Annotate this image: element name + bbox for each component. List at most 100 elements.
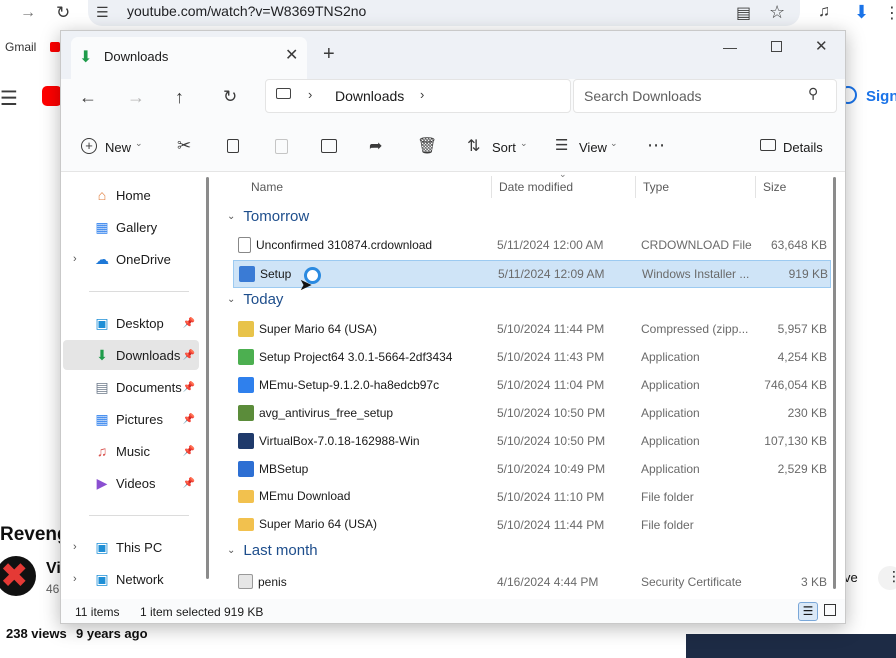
browser-menu-icon[interactable]: ⋮ xyxy=(884,3,896,23)
sidebar-item-downloads[interactable]: ⬇ Downloads 📌 xyxy=(63,340,199,370)
table-row[interactable]: MEmu Download 5/10/2024 11:10 PM File fo… xyxy=(233,484,829,510)
table-row[interactable]: penis 4/16/2024 4:44 PM Security Certifi… xyxy=(233,566,829,598)
sidebar-item-onedrive[interactable]: › ☁ OneDrive xyxy=(63,244,199,274)
table-row[interactable]: MEmu-Setup-9.1.2.0-ha8edcb97c 5/10/2024 … xyxy=(233,372,829,398)
rename-icon[interactable] xyxy=(321,139,337,153)
site-info-icon[interactable]: ☰ xyxy=(96,4,109,21)
column-header-type[interactable]: Type xyxy=(643,180,669,194)
youtube-bookmark-icon[interactable] xyxy=(50,42,60,52)
search-box[interactable]: Search Downloads ⚲ xyxy=(573,79,837,113)
status-bar: 11 items 1 item selected 919 KB ☰ xyxy=(61,599,845,623)
new-dropdown-icon[interactable]: ⌄ xyxy=(135,138,143,149)
table-row[interactable]: Super Mario 64 (USA) 5/10/2024 11:44 PM … xyxy=(233,512,829,538)
sign-in-link[interactable]: Sign xyxy=(866,88,896,105)
view-dropdown-icon[interactable]: ⌄ xyxy=(610,138,618,149)
save-button-fragment[interactable]: ve xyxy=(844,570,858,585)
channel-avatar[interactable]: ✖ xyxy=(0,556,36,596)
address-bar[interactable]: › Downloads › xyxy=(265,79,571,113)
tab-downloads[interactable]: ⬇ Downloads ✕ xyxy=(71,37,307,79)
pin-icon[interactable]: 📌 xyxy=(183,382,195,393)
sidebar-item-gallery[interactable]: ▦ Gallery xyxy=(63,212,199,242)
column-header-size[interactable]: Size xyxy=(763,180,786,194)
new-button[interactable]: New xyxy=(105,140,131,155)
hamburger-menu-icon[interactable]: ☰ xyxy=(0,86,18,111)
table-row[interactable]: VirtualBox-7.0.18-162988-Win 5/10/2024 1… xyxy=(233,428,829,454)
view-button[interactable]: View xyxy=(579,140,607,155)
pin-icon[interactable]: 📌 xyxy=(183,446,195,457)
collapse-chevron-icon[interactable]: ⌄ xyxy=(227,545,235,556)
paste-icon[interactable] xyxy=(275,139,288,154)
expand-chevron-icon[interactable]: › xyxy=(73,253,77,265)
minimize-icon[interactable]: — xyxy=(723,39,737,55)
pin-icon[interactable]: 📌 xyxy=(183,350,195,361)
sidebar-item-pictures[interactable]: ▦ Pictures 📌 xyxy=(63,404,199,434)
browser-download-icon[interactable]: ⬇ xyxy=(854,2,869,23)
sort-dropdown-icon[interactable]: ⌄ xyxy=(520,138,528,149)
table-row[interactable]: MBSetup 5/10/2024 10:49 PM Application 2… xyxy=(233,456,829,482)
sidebar-item-documents[interactable]: ▤ Documents 📌 xyxy=(63,372,199,402)
sidebar-item-label: Gallery xyxy=(116,219,158,235)
forward-icon[interactable]: → xyxy=(20,4,36,22)
group-header-today[interactable]: ⌄ Today xyxy=(227,291,283,308)
sidebar-item-videos[interactable]: ▶ Videos 📌 xyxy=(63,468,199,498)
search-icon[interactable]: ⚲ xyxy=(808,85,818,102)
details-pane-icon[interactable] xyxy=(760,139,776,151)
more-options-icon[interactable]: ⋯ xyxy=(647,135,665,156)
column-header-date[interactable]: Date modified xyxy=(499,180,573,194)
file-list-scrollbar[interactable] xyxy=(833,177,836,589)
sort-button[interactable]: Sort xyxy=(492,140,516,155)
sidebar-item-network[interactable]: › ▣ Network xyxy=(63,564,199,594)
details-view-icon[interactable]: ☰ xyxy=(798,602,818,621)
column-header-name[interactable]: Name xyxy=(251,180,283,194)
media-icon[interactable]: ♫ xyxy=(818,3,830,21)
bookmark-star-icon[interactable]: ☆ xyxy=(769,2,785,23)
install-app-icon[interactable]: ▤ xyxy=(736,3,751,23)
sidebar-item-music[interactable]: ♫ Music 📌 xyxy=(63,436,199,466)
table-row[interactable]: Unconfirmed 310874.crdownload 5/11/2024 … xyxy=(233,232,829,258)
sidebar-scrollbar[interactable] xyxy=(206,177,209,579)
new-tab-icon[interactable]: + xyxy=(323,43,335,66)
sidebar-item-this-pc[interactable]: › ▣ This PC xyxy=(63,532,199,562)
breadcrumb-downloads[interactable]: Downloads xyxy=(335,88,404,104)
table-row[interactable]: Super Mario 64 (USA) 5/10/2024 11:44 PM … xyxy=(233,316,829,342)
expand-chevron-icon[interactable]: › xyxy=(73,573,77,585)
close-tab-icon[interactable]: ✕ xyxy=(285,45,298,65)
pin-icon[interactable]: 📌 xyxy=(183,478,195,489)
sort-icon[interactable]: ⇅ xyxy=(467,136,480,156)
view-icon[interactable]: ☰ xyxy=(555,136,568,154)
maximize-icon[interactable] xyxy=(771,41,782,52)
collapse-chevron-icon[interactable]: ⌄ xyxy=(227,211,235,222)
expand-chevron-icon[interactable]: › xyxy=(73,541,77,553)
new-plus-icon[interactable]: + xyxy=(81,138,97,154)
table-row[interactable]: Setup Project64 3.0.1-5664-2df3434 5/10/… xyxy=(233,344,829,370)
bookmark-gmail[interactable]: Gmail xyxy=(5,40,36,54)
refresh-icon[interactable]: ↻ xyxy=(223,87,237,107)
share-icon[interactable]: ➦ xyxy=(369,136,382,156)
sidebar-item-home[interactable]: ⌂ Home xyxy=(63,180,199,210)
sidebar-item-desktop[interactable]: ▣ Desktop 📌 xyxy=(63,308,199,338)
collapse-chevron-icon[interactable]: ⌄ xyxy=(227,294,235,305)
channel-name-fragment[interactable]: Vi xyxy=(46,560,61,578)
breadcrumb-end-chevron-icon[interactable]: › xyxy=(420,87,424,102)
back-icon[interactable]: ← xyxy=(79,87,97,108)
forward-nav-icon[interactable]: → xyxy=(127,87,145,108)
table-row[interactable]: avg_antivirus_free_setup 5/10/2024 10:50… xyxy=(233,400,829,426)
video-title-fragment: Reveng xyxy=(0,524,69,545)
pin-icon[interactable]: 📌 xyxy=(183,318,195,329)
breadcrumb-chevron-icon[interactable]: › xyxy=(308,87,312,102)
group-header-tomorrow[interactable]: ⌄ Tomorrow xyxy=(227,208,309,225)
url-text[interactable]: youtube.com/watch?v=W8369TNS2no xyxy=(127,3,366,19)
pin-icon[interactable]: 📌 xyxy=(183,414,195,425)
cut-icon[interactable]: ✂ xyxy=(177,136,191,156)
up-icon[interactable]: ↑ xyxy=(175,87,184,108)
youtube-logo[interactable] xyxy=(42,86,62,106)
delete-icon[interactable]: 🗑 xyxy=(417,136,437,156)
copy-icon[interactable] xyxy=(227,139,239,153)
details-button[interactable]: Details xyxy=(783,140,823,155)
search-input[interactable]: Search Downloads xyxy=(584,88,702,104)
close-window-icon[interactable]: ✕ xyxy=(815,37,828,55)
group-header-last-month[interactable]: ⌄ Last month xyxy=(227,542,318,559)
tiles-view-icon[interactable] xyxy=(824,604,836,616)
table-row-selected[interactable]: Setup 5/11/2024 12:09 AM Windows Install… xyxy=(233,260,831,288)
reload-icon[interactable]: ↻ xyxy=(56,3,70,23)
